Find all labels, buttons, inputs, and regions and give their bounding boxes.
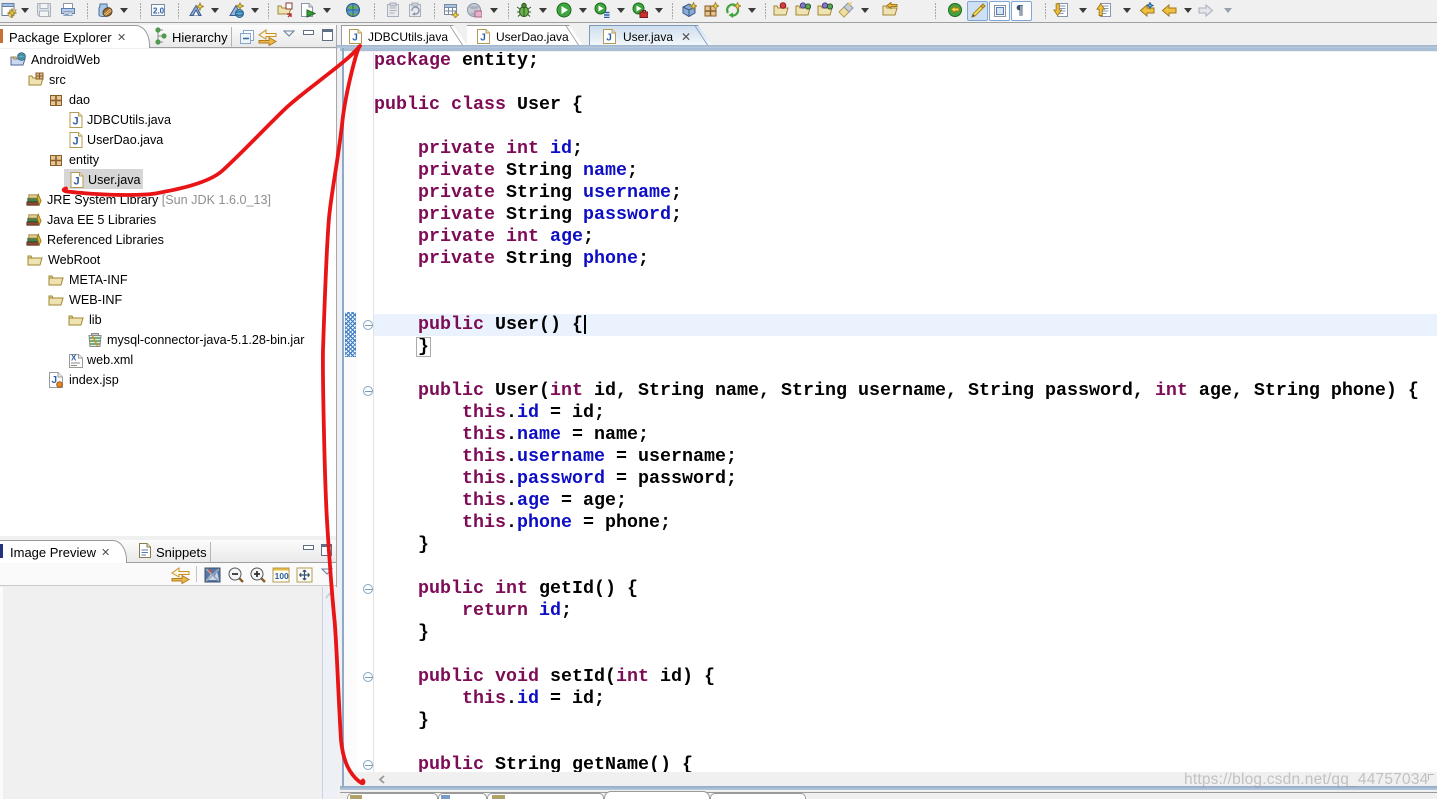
svg-text:J: J [74,176,80,188]
svg-text:100: 100 [275,571,289,581]
svg-text:X: X [71,354,77,363]
svg-text:J: J [73,116,79,128]
svg-text:J: J [480,33,486,44]
svg-text:J: J [352,33,358,44]
svg-text:J: J [73,136,79,148]
svg-text:J: J [606,33,612,44]
svg-text:2.0: 2.0 [153,7,165,16]
